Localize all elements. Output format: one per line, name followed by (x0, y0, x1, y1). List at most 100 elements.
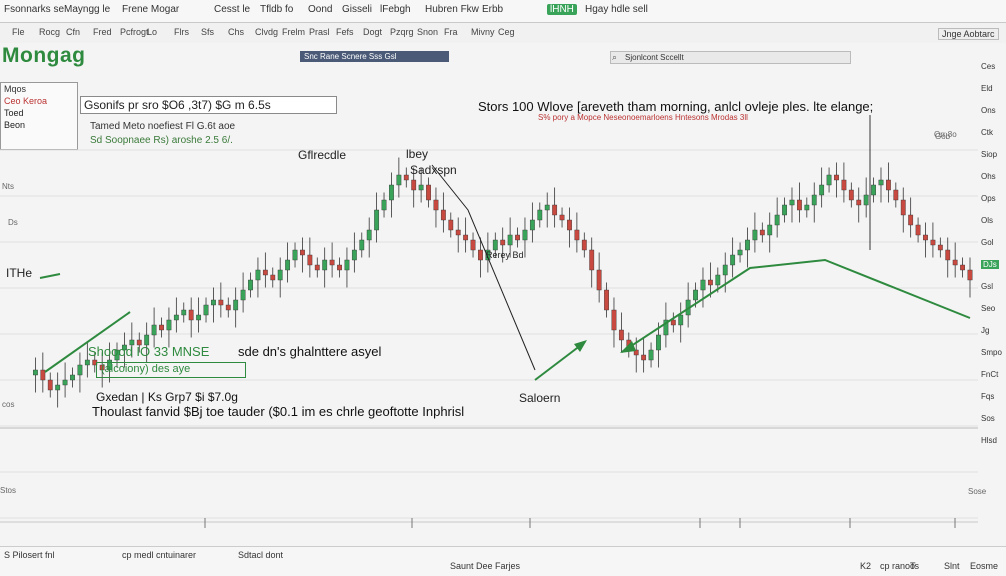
candle-body (159, 324, 164, 331)
candle-body (811, 194, 817, 206)
candle-body (84, 359, 90, 366)
candle-body (396, 174, 402, 186)
candle-body (759, 229, 765, 236)
right-panel-item[interactable]: Ctk (981, 128, 993, 137)
candle-body (678, 314, 684, 326)
candle-body (440, 209, 446, 221)
candle-body (789, 199, 795, 206)
candle-body (329, 259, 335, 266)
y-label: Stos (0, 486, 17, 495)
candle-body (366, 229, 372, 241)
candle-body (715, 274, 721, 286)
candle-body (507, 234, 513, 246)
right-panel-item[interactable]: Sos (981, 414, 995, 423)
candle-body (359, 239, 365, 251)
candle-body (70, 374, 75, 381)
right-panel-item[interactable]: Fqs (981, 392, 994, 401)
candle-body (351, 249, 357, 261)
y-label: Ds (8, 218, 18, 227)
candle-body (277, 269, 283, 281)
candle-body (173, 314, 179, 321)
y-label: Nts (2, 182, 14, 191)
right-panel-item[interactable]: FnCt (981, 370, 998, 379)
candle-body (559, 214, 565, 221)
right-panel-item[interactable]: Jg (981, 326, 989, 335)
right-panel-item[interactable]: Seo (981, 304, 995, 313)
right-panel-item[interactable]: Ons (981, 106, 996, 115)
support-bottom-label: Saloern (519, 391, 561, 405)
y-label: cos (2, 400, 15, 409)
candle-body (752, 229, 758, 241)
candle-body (151, 324, 157, 336)
candle-body (826, 174, 832, 186)
right-panel-item[interactable]: Gol (981, 238, 993, 247)
candle-body (693, 289, 698, 301)
candle-body (908, 214, 914, 226)
mid-label: Rerey Bd (486, 250, 524, 260)
candle-body (834, 174, 839, 181)
right-panel-item[interactable]: Ohs (981, 172, 996, 181)
candle-body (856, 199, 862, 206)
status-item: Eosme (970, 561, 999, 571)
candle-body (381, 199, 387, 211)
trend-line (621, 258, 971, 353)
candle-body (62, 379, 68, 386)
candle-body (656, 334, 661, 351)
candle-body (722, 264, 728, 276)
status-item: S Pilosert fnl (4, 550, 55, 560)
right-panel-item[interactable]: Eld (981, 84, 993, 93)
candle-body (544, 204, 550, 211)
candle-body (426, 184, 431, 201)
candle-body (707, 279, 713, 286)
candle-body (233, 299, 239, 311)
candle-body (574, 229, 580, 241)
candle-body (730, 254, 736, 266)
candle-body (196, 314, 202, 321)
candle-body (314, 264, 320, 271)
candle-body (915, 224, 921, 236)
candle-body (188, 309, 194, 321)
candle-body (737, 249, 743, 256)
candle-body (470, 239, 476, 251)
candle-body (285, 259, 291, 271)
right-panel-item[interactable]: Smpo (981, 348, 1002, 357)
candle-body (804, 204, 810, 211)
peak-label: Gflrecdle (298, 148, 347, 162)
candle-body (900, 199, 906, 216)
candle-body (878, 179, 884, 186)
candle-body (618, 329, 624, 341)
candle-body (796, 199, 802, 211)
candle-body (337, 264, 342, 271)
right-panel-item[interactable]: Hlsd (981, 436, 997, 445)
candle-body (767, 224, 773, 236)
support-top-label: Sadxspn (410, 163, 457, 177)
candle-body (515, 234, 520, 241)
candle-body (300, 249, 305, 256)
arrow-head (574, 340, 587, 352)
green-note-b: sde dn's ghalnttere asyel (238, 344, 382, 359)
candle-body (604, 289, 609, 311)
candle-body (500, 239, 506, 246)
status-bar: S Pilosert fnl cp medl cntuinarer Sdtacl d… (0, 546, 1006, 576)
candle-body (55, 384, 61, 391)
right-panel-item[interactable]: Ces (981, 62, 995, 71)
candle-body (589, 249, 595, 271)
candle-body (960, 264, 965, 271)
green-note-2: Gxedan | Ks Grp7 $i $7.0g (96, 390, 238, 404)
candle-body (411, 179, 417, 191)
bottom-note: Thoulast fanvid $Bj toe tauder ($0.1 im … (92, 404, 465, 419)
right-panel-item[interactable]: Gsl (981, 282, 993, 291)
candle-body (567, 219, 572, 231)
candle-body (166, 319, 172, 331)
right-panel-item[interactable]: Ols (981, 216, 993, 225)
candle-body (47, 379, 53, 391)
right-panel-item[interactable]: Ops (981, 194, 996, 203)
price-chart[interactable] (0, 0, 1006, 575)
status-item: Ts (910, 561, 919, 571)
right-panel-item[interactable]: DJs (981, 260, 999, 269)
status-item: Saunt Dee Farjes (450, 561, 521, 571)
candle-body (848, 189, 854, 201)
candle-body (403, 174, 409, 181)
candle-body (819, 184, 825, 196)
right-panel-item[interactable]: Siop (981, 150, 997, 159)
